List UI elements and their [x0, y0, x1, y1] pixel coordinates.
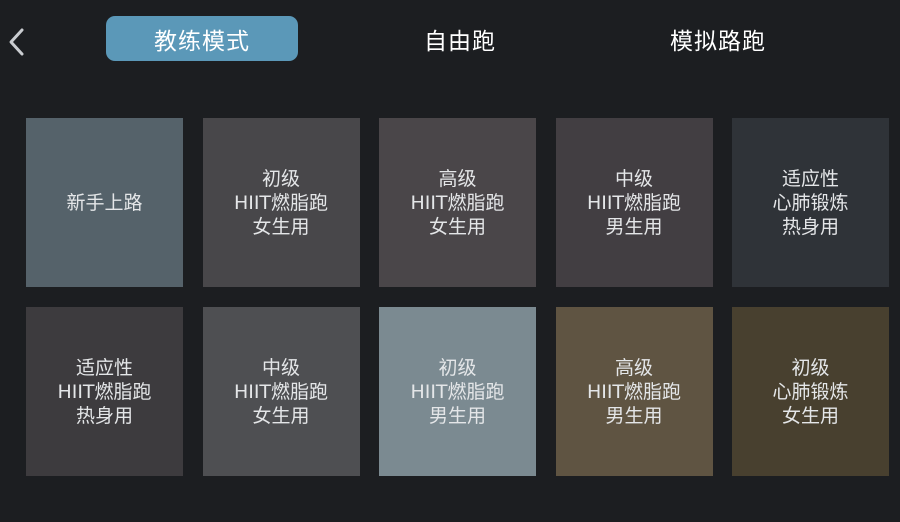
- program-card-line: 男生用: [428, 404, 486, 427]
- program-card-line: HIIT燃脂跑: [586, 191, 682, 214]
- program-card-line: 高级: [614, 356, 653, 379]
- tab-coach-mode[interactable]: 教练模式: [106, 16, 298, 61]
- program-card-1[interactable]: 新手上路: [26, 118, 183, 287]
- program-card-line: 男生用: [605, 404, 663, 427]
- program-card-line: 初级: [791, 356, 830, 379]
- program-card-line: 新手上路: [66, 191, 143, 214]
- program-card-line: HIIT燃脂跑: [586, 380, 682, 403]
- program-card-line: 初级: [261, 167, 300, 190]
- program-card-line: 初级: [438, 356, 477, 379]
- program-card-line: HIIT燃脂跑: [233, 380, 329, 403]
- mode-tabs: 教练模式 自由跑 模拟路跑: [0, 0, 900, 80]
- program-card-line: 男生用: [605, 215, 663, 238]
- program-card-line: 心肺锻炼: [772, 380, 849, 403]
- program-grid: 新手上路 初级 HIIT燃脂跑 女生用 高级 HIIT燃脂跑 女生用 中级 HI…: [26, 118, 889, 476]
- program-card-line: 女生用: [252, 215, 310, 238]
- program-card-line: 热身用: [781, 215, 839, 238]
- program-card-line: 心肺锻炼: [772, 191, 849, 214]
- program-card-line: HIIT燃脂跑: [57, 380, 152, 403]
- program-card-line: 高级: [438, 167, 477, 190]
- program-card-10[interactable]: 初级 心肺锻炼 女生用: [732, 307, 889, 476]
- tab-free-run[interactable]: 自由跑: [400, 16, 520, 61]
- program-card-line: 适应性: [781, 167, 839, 190]
- program-card-line: 女生用: [252, 404, 310, 427]
- program-card-3[interactable]: 高级 HIIT燃脂跑 女生用: [379, 118, 536, 287]
- coach-mode-screen: 教练模式 自由跑 模拟路跑 新手上路 初级 HIIT燃脂跑 女生用 高级 HII…: [0, 0, 900, 522]
- program-card-line: 中级: [614, 167, 653, 190]
- program-card-line: 女生用: [781, 404, 839, 427]
- program-card-line: 适应性: [75, 356, 133, 379]
- program-card-line: 中级: [261, 356, 300, 379]
- program-card-line: HIIT燃脂跑: [410, 191, 505, 214]
- program-card-4[interactable]: 中级 HIIT燃脂跑 男生用: [555, 118, 713, 287]
- program-card-line: HIIT燃脂跑: [233, 191, 329, 214]
- tab-simulated-road-run[interactable]: 模拟路跑: [640, 16, 796, 61]
- program-card-line: HIIT燃脂跑: [410, 380, 505, 403]
- program-card-6[interactable]: 适应性 HIIT燃脂跑 热身用: [26, 307, 183, 476]
- program-card-9[interactable]: 高级 HIIT燃脂跑 男生用: [555, 307, 713, 476]
- program-card-7[interactable]: 中级 HIIT燃脂跑 女生用: [202, 307, 360, 476]
- program-card-line: 女生用: [428, 215, 486, 238]
- program-card-line: 热身用: [75, 404, 133, 427]
- program-card-2[interactable]: 初级 HIIT燃脂跑 女生用: [202, 118, 360, 287]
- program-card-8[interactable]: 初级 HIIT燃脂跑 男生用: [379, 307, 536, 476]
- program-card-5[interactable]: 适应性 心肺锻炼 热身用: [732, 118, 889, 287]
